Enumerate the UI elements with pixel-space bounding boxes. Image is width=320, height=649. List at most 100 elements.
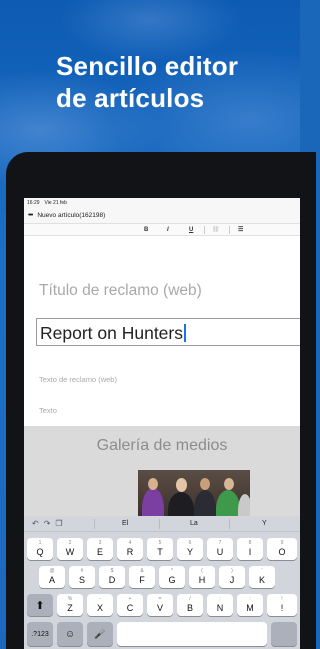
key-r[interactable]: 4R: [117, 538, 143, 560]
suggestion-divider: [159, 519, 160, 529]
key-label: O: [278, 547, 286, 557]
key-alt: 2: [68, 540, 72, 546]
key-label: J: [229, 575, 235, 585]
status-date: Vie 21 feb: [44, 200, 67, 206]
key-e[interactable]: 3E: [87, 538, 113, 560]
key-alt: 6: [188, 540, 192, 546]
key-alt: =: [158, 596, 162, 602]
status-bar: 16:29 Vie 21 feb: [24, 198, 300, 208]
key-alt: 8: [248, 540, 252, 546]
photo-figure: [176, 478, 187, 492]
key-alt: -: [99, 596, 101, 602]
key-label: W: [65, 547, 75, 557]
key-t[interactable]: 5T: [147, 538, 173, 560]
key-v[interactable]: = V: [147, 594, 173, 616]
paste-icon[interactable]: ❐: [55, 519, 62, 528]
key-alt: &: [140, 568, 144, 574]
underline-button[interactable]: U: [189, 227, 193, 233]
key-alt: :: [249, 596, 251, 602]
emoji-icon[interactable]: ☺: [57, 622, 83, 646]
onscreen-keyboard: ↶ ↷ ❐ El La Y 1Q 2W 3E 4R 5T 6Y 7U 8I 9O…: [24, 516, 300, 649]
key-label: S: [78, 575, 85, 585]
key-label: Q: [36, 547, 44, 557]
gallery-title: Galería de medios: [96, 437, 228, 454]
key-n[interactable]: ; N: [207, 594, 233, 616]
key-c[interactable]: + C: [117, 594, 143, 616]
key-label: B: [186, 603, 193, 613]
link-icon[interactable]: ⛓: [212, 226, 220, 233]
nav-title: Nuevo artículo(162198): [37, 212, 106, 219]
key-alt: 7: [218, 540, 222, 546]
key-d[interactable]: $ D: [99, 566, 125, 588]
key-label: M: [246, 603, 254, 613]
key-alt: 1: [38, 540, 42, 546]
key-label: E: [96, 547, 103, 557]
list-icon[interactable]: ☰: [238, 226, 243, 233]
suggestion-1[interactable]: El: [122, 520, 128, 527]
key-h[interactable]: (H: [189, 566, 215, 588]
suggestion-2[interactable]: La: [190, 520, 198, 527]
key-z[interactable]: % Z: [57, 594, 83, 616]
key-label: Y: [186, 547, 193, 557]
bold-button[interactable]: B: [144, 227, 148, 233]
photo-figure: [148, 478, 158, 490]
toolbar-divider: [204, 226, 205, 234]
italic-button[interactable]: I: [167, 227, 169, 233]
headline-text: Report on Hunters: [40, 323, 183, 343]
key-o[interactable]: 9O: [267, 538, 297, 560]
key-alt: *: [171, 568, 173, 574]
key-alt: $: [110, 568, 114, 574]
key-g[interactable]: * G: [159, 566, 185, 588]
numbers-key-right[interactable]: [271, 622, 297, 646]
key-label: U: [216, 547, 224, 557]
key-q[interactable]: 1Q: [27, 538, 53, 560]
key-j[interactable]: ) J: [219, 566, 245, 588]
app-screen: 16:29 Vie 21 feb ••• Nuevo artículo(1621…: [24, 198, 300, 649]
redo-icon[interactable]: ↷: [44, 519, 51, 528]
key-x[interactable]: -X: [87, 594, 113, 616]
title-field-placeholder[interactable]: Título de reclamo (web): [39, 282, 202, 300]
key-alt: #: [80, 568, 84, 574]
key-k[interactable]: ' K: [249, 566, 275, 588]
key-y[interactable]: 6Y: [177, 538, 203, 560]
key-i[interactable]: 8I: [237, 538, 263, 560]
suggestion-3[interactable]: Y: [262, 520, 267, 527]
key-u[interactable]: 7U: [207, 538, 233, 560]
shift-icon[interactable]: ⬆: [27, 594, 53, 616]
headline-input[interactable]: Report on Hunters: [36, 318, 300, 346]
key-alt: !: [281, 596, 283, 602]
article-editor: Título de reclamo (web) Report on Hunter…: [24, 236, 300, 425]
key-label: K: [258, 575, 265, 585]
keyboard-tools: ↶ ↷ ❐: [32, 519, 63, 528]
key-alt: ;: [219, 596, 221, 602]
key-f[interactable]: & F: [129, 566, 155, 588]
key-exclamation[interactable]: !!: [267, 594, 297, 616]
gallery-photo[interactable]: [138, 470, 250, 521]
body-field-placeholder[interactable]: Texto: [39, 406, 57, 415]
key-alt: (: [201, 568, 203, 574]
key-alt: 4: [128, 540, 132, 546]
key-a[interactable]: @ A: [39, 566, 65, 588]
key-m[interactable]: :M: [237, 594, 263, 616]
key-w[interactable]: 2W: [57, 538, 83, 560]
space-bar[interactable]: [117, 622, 267, 646]
key-alt: +: [128, 596, 132, 602]
key-label: D: [108, 575, 116, 585]
numbers-key[interactable]: .?123: [27, 622, 53, 646]
suggestion-divider: [229, 519, 230, 529]
key-label: R: [126, 547, 134, 557]
key-label: I: [248, 547, 252, 557]
key-label: A: [48, 575, 55, 585]
key-label: H: [198, 575, 206, 585]
subtitle-field-placeholder[interactable]: Texto de reclamo (web): [39, 375, 117, 384]
undo-icon[interactable]: ↶: [32, 519, 39, 528]
key-s[interactable]: # S: [69, 566, 95, 588]
more-dots-icon[interactable]: •••: [28, 212, 33, 219]
key-label: G: [168, 575, 176, 585]
key-b[interactable]: / B: [177, 594, 203, 616]
key-label: X: [96, 603, 103, 613]
text-caret: [184, 324, 186, 342]
microphone-icon[interactable]: 🎤: [87, 622, 113, 646]
hero-title-line1: Sencillo editor: [56, 51, 239, 81]
media-gallery: Galería de medios: [24, 426, 300, 521]
